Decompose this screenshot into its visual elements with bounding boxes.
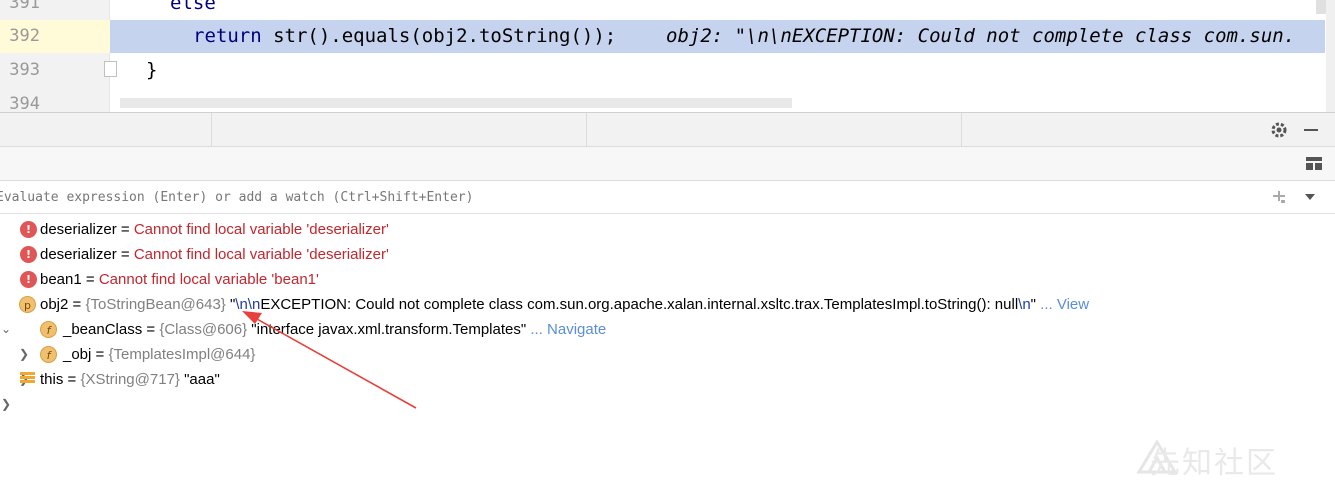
evaluate-placeholder: Evaluate expression (Enter) or add a wat… xyxy=(0,190,474,205)
error-icon: ! xyxy=(20,246,37,263)
fold-marker-icon[interactable] xyxy=(104,61,117,77)
code-editor[interactable]: 391 else 392 return str().equals(obj2.to… xyxy=(0,0,1335,112)
line-number: 391 xyxy=(9,0,40,13)
error-icon: ! xyxy=(20,221,37,238)
variable-name: obj2 xyxy=(40,296,69,313)
object-icon xyxy=(19,371,36,388)
debugger-tab-bar xyxy=(0,113,1335,147)
keyword: return xyxy=(193,25,262,47)
variable-error: Cannot find local variable 'bean1' xyxy=(98,271,319,288)
minimize-icon[interactable] xyxy=(1300,120,1322,140)
horizontal-scrollbar[interactable] xyxy=(120,98,792,108)
line-number: 392 xyxy=(9,26,40,46)
inline-debug-value: obj2: "\n\nEXCEPTION: Could not complete… xyxy=(666,25,1296,47)
view-link[interactable]: ... View xyxy=(1036,296,1089,313)
variable-row-beanclass[interactable]: ❯ f _beanClass = {Class@606} "interface … xyxy=(0,317,1320,361)
add-watch-icon[interactable] xyxy=(1269,187,1289,207)
variable-name: deserializer xyxy=(40,221,117,238)
variable-row-error[interactable]: ! deserializer = Cannot find local varia… xyxy=(0,242,1320,267)
variable-name: bean1 xyxy=(40,271,82,288)
code-line-392[interactable]: 392 return str().equals(obj2.toString())… xyxy=(0,20,1335,53)
variable-row-this[interactable]: ❯ this = {XString@717} "aaa" xyxy=(0,367,1320,411)
navigate-link[interactable]: ... Navigate xyxy=(526,321,606,338)
code-text: str().equals(obj2.toString()); xyxy=(261,25,617,47)
layout-icon[interactable] xyxy=(1303,155,1325,173)
field-icon: f xyxy=(40,321,57,338)
code-line-393[interactable]: 393 } xyxy=(0,54,1335,87)
variable-value: EXCEPTION: Could not complete class com.… xyxy=(260,296,1019,313)
line-number: 393 xyxy=(9,60,40,80)
field-icon: f xyxy=(40,346,57,363)
watermark-text: 先知社区 xyxy=(1150,446,1278,480)
vertical-scrollbar[interactable] xyxy=(1316,0,1326,14)
variables-toolbar xyxy=(0,147,1335,181)
code-text: } xyxy=(146,59,158,81)
variable-type: {Class@606} xyxy=(159,321,252,338)
variable-error: Cannot find local variable 'deserializer… xyxy=(133,221,389,238)
variable-type: {ToStringBean@643} xyxy=(85,296,230,313)
error-stripe xyxy=(1326,0,1335,112)
evaluate-expression-input[interactable]: Evaluate expression (Enter) or add a wat… xyxy=(0,181,1335,214)
error-icon: ! xyxy=(20,271,37,288)
debugger-panel: Evaluate expression (Enter) or add a wat… xyxy=(0,112,1335,480)
variable-name: deserializer xyxy=(40,246,117,263)
variable-row-obj2[interactable]: ⌄ p obj2 = {ToStringBean@643} "\n\nEXCEP… xyxy=(0,292,1320,336)
tab-separator xyxy=(961,113,962,147)
code-line-391[interactable]: 391 else xyxy=(0,0,1335,20)
line-number: 394 xyxy=(9,94,40,112)
variable-value: "interface javax.xml.transform.Templates… xyxy=(251,321,527,338)
parameter-icon: p xyxy=(19,296,36,313)
variable-row-error[interactable]: ! bean1 = Cannot find local variable 'be… xyxy=(0,267,1320,292)
variable-error: Cannot find local variable 'deserializer… xyxy=(133,246,389,263)
chevron-right-icon[interactable]: ❯ xyxy=(1,392,11,417)
variable-type: {TemplatesImpl@644} xyxy=(108,346,256,363)
variable-name: this xyxy=(40,371,64,388)
keyword: else xyxy=(170,0,216,14)
tab-separator xyxy=(586,113,587,147)
variable-row-error[interactable]: ! deserializer = Cannot find local varia… xyxy=(0,217,1320,242)
tab-separator xyxy=(211,113,212,147)
variable-row-obj[interactable]: ❯ f _obj = {TemplatesImpl@644} xyxy=(0,342,1320,386)
variable-name: _obj xyxy=(63,346,92,363)
gear-icon[interactable] xyxy=(1268,120,1290,140)
variable-type: {XString@717} xyxy=(80,371,185,388)
chevron-down-icon[interactable] xyxy=(1300,187,1320,207)
variable-name: _beanClass xyxy=(63,321,143,338)
variable-value: "aaa" xyxy=(184,371,220,388)
